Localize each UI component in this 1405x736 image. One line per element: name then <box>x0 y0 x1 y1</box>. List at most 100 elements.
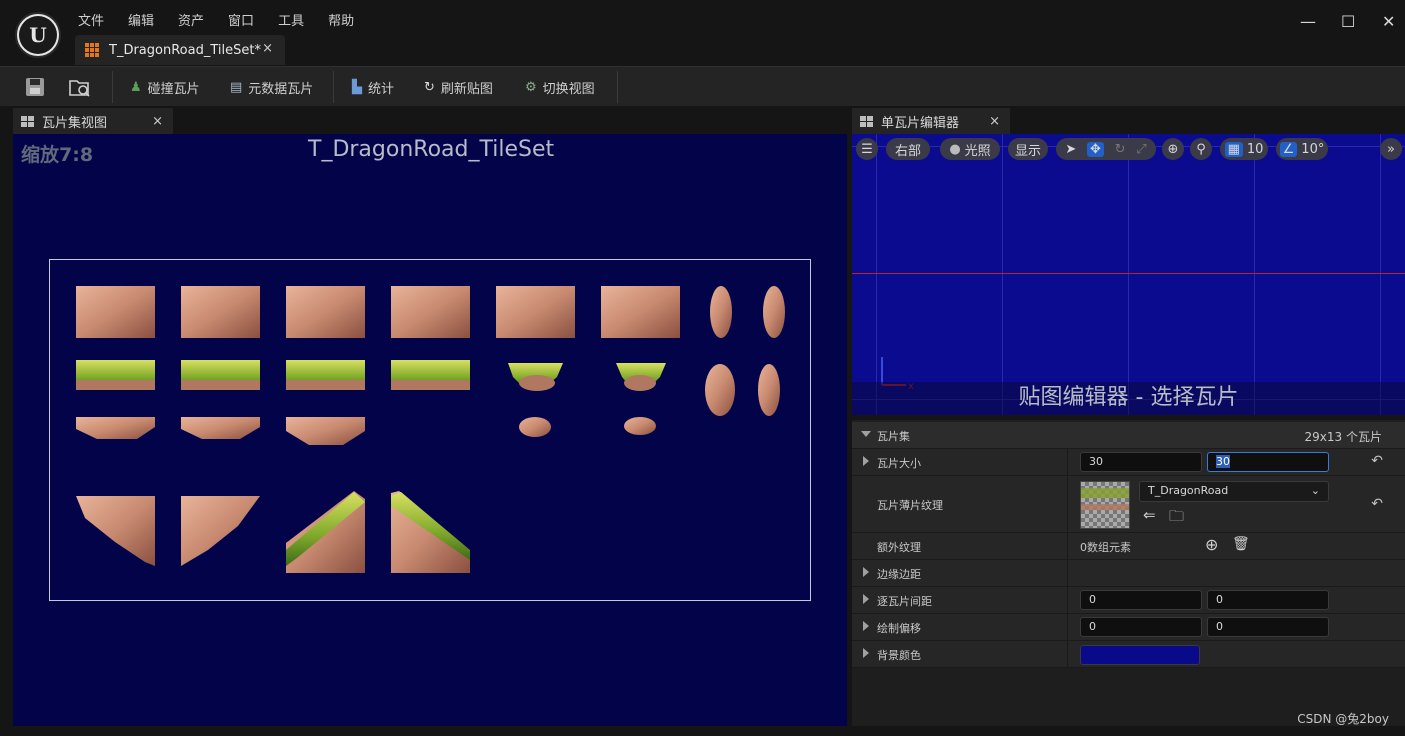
texture-thumbnail[interactable] <box>1080 481 1130 529</box>
panel-grid-icon <box>21 115 34 127</box>
panel-grid-icon <box>860 115 873 127</box>
viewport-menu-button[interactable]: ☰ <box>856 138 878 160</box>
toolbar: ♟ 碰撞瓦片 ▤ 元数据瓦片 ▙ 统计 ↻ 刷新贴图 ⚙ 切换视图 <box>0 66 1405 106</box>
world-local-button[interactable]: ⊕ <box>1162 138 1184 160</box>
viewport-caption: 贴图编辑器 - 选择瓦片 <box>852 382 1405 415</box>
tileset-viewport[interactable]: 缩放7:8 T_DragonRoad_TileSet <box>13 134 847 726</box>
hamburger-icon: ☰ <box>861 141 873 157</box>
watermark: CSDN @兔2boy <box>1297 712 1389 726</box>
zoom-label: 缩放7:8 <box>21 144 94 166</box>
offset-y-input[interactable]: 0 <box>1207 617 1329 637</box>
delete-icon[interactable]: 🗑 <box>1232 536 1250 552</box>
background-color-swatch[interactable] <box>1080 645 1200 665</box>
document-tab-label: T_DragonRoad_TileSet* <box>109 42 261 58</box>
globe-icon: ⊕ <box>1167 141 1179 157</box>
save-icon <box>26 78 44 96</box>
minimize-icon[interactable]: — <box>1300 12 1316 31</box>
maximize-icon[interactable]: ☐ <box>1341 12 1355 31</box>
details-panel: 瓦片集 29x13 个瓦片 瓦片大小 30 30 ↶ 瓦片薄片纹理 T_Drag… <box>852 420 1405 726</box>
collision-tiles-button[interactable]: ♟ 碰撞瓦片 <box>130 67 200 107</box>
grid-snap-button[interactable]: ▦ 10 <box>1220 138 1268 160</box>
section-header-tileset[interactable]: 瓦片集 29x13 个瓦片 <box>852 422 1405 449</box>
close-tab-icon[interactable]: × <box>262 41 273 56</box>
property-tile-sheet: 瓦片薄片纹理 T_DragonRoad ⌄ ⇐ 🗀 ↶ <box>852 476 1405 533</box>
property-margin[interactable]: 边缘边距 <box>852 560 1405 587</box>
title-bar: U 文件 编辑 资产 窗口 工具 帮助 T_DragonRoad_TileSet… <box>0 0 1405 66</box>
angle-icon: ∠ <box>1279 141 1298 157</box>
tile-size-y-input[interactable]: 30 <box>1207 452 1329 472</box>
expand-arrow-icon <box>863 594 869 604</box>
browse-folder-icon <box>69 80 90 97</box>
tile-size-x-input[interactable]: 30 <box>1080 452 1202 472</box>
viewport-title: T_DragonRoad_TileSet <box>308 137 555 162</box>
expand-toolbar-button[interactable]: » <box>1380 138 1402 160</box>
lighting-button[interactable]: ● 光照 <box>940 138 1000 160</box>
sphere-icon: ● <box>949 141 961 157</box>
view-mode-button[interactable]: 右部 <box>886 138 930 160</box>
select-icon[interactable]: ➤ <box>1065 142 1076 157</box>
expand-arrow-icon <box>863 567 869 577</box>
menu-file[interactable]: 文件 <box>66 8 116 31</box>
offset-x-input[interactable]: 0 <box>1080 617 1202 637</box>
menu-asset[interactable]: 资产 <box>166 8 216 31</box>
menu-help[interactable]: 帮助 <box>316 8 366 31</box>
single-tile-editor-tab[interactable]: 单瓦片编辑器 × <box>852 108 1010 134</box>
menu-tools[interactable]: 工具 <box>266 8 316 31</box>
expand-arrow-icon <box>863 621 869 631</box>
close-window-icon[interactable]: ✕ <box>1382 12 1395 31</box>
menu-window[interactable]: 窗口 <box>216 8 266 31</box>
close-panel-icon[interactable]: × <box>989 114 1000 129</box>
reset-icon[interactable]: ↶ <box>1371 496 1383 512</box>
tileset-texture[interactable] <box>49 259 811 601</box>
translate-icon[interactable]: ✥ <box>1086 141 1104 157</box>
switch-view-icon: ⚙ <box>525 79 537 95</box>
snap-icon: ⚲ <box>1196 141 1206 157</box>
metadata-tiles-button[interactable]: ▤ 元数据瓦片 <box>230 67 313 107</box>
expand-arrow-icon <box>863 456 869 466</box>
expand-arrow-icon <box>861 431 871 437</box>
stats-button[interactable]: ▙ 统计 <box>352 67 394 107</box>
stats-icon: ▙ <box>352 79 362 95</box>
menu-bar: 文件 编辑 资产 窗口 工具 帮助 <box>66 8 366 31</box>
switch-view-button[interactable]: ⚙ 切换视图 <box>525 67 595 107</box>
show-button[interactable]: 显示 <box>1008 138 1048 160</box>
unreal-logo[interactable]: U <box>15 12 61 58</box>
reset-icon[interactable]: ↶ <box>1371 453 1383 469</box>
spacing-x-input[interactable]: 0 <box>1080 590 1202 610</box>
texture-dropdown[interactable]: T_DragonRoad ⌄ <box>1139 481 1329 502</box>
tileset-view-tab[interactable]: 瓦片集视图 × <box>13 108 173 134</box>
chevrons-right-icon: » <box>1387 141 1395 157</box>
array-count: 0数组元素 <box>1080 541 1131 554</box>
property-tile-size: 瓦片大小 30 30 ↶ <box>852 449 1405 476</box>
property-extra-textures: 额外纹理 0数组元素 ⊕ 🗑 <box>852 533 1405 560</box>
tileset-icon <box>85 43 99 57</box>
chevron-down-icon: ⌄ <box>1310 484 1320 497</box>
tile-editor-viewport[interactable]: x ☰ 右部 ●光照 显示 ➤ ✥ ↻ ⤢ ⊕ ⚲ ▦10 ∠10° » 贴图编… <box>852 134 1405 415</box>
browse-asset-icon[interactable]: 🗀 <box>1169 506 1184 531</box>
tile-count: 29x13 个瓦片 <box>1304 430 1382 444</box>
property-background-color: 背景颜色 <box>852 641 1405 668</box>
surface-snap-button[interactable]: ⚲ <box>1190 138 1212 160</box>
expand-arrow-icon <box>863 648 869 658</box>
menu-edit[interactable]: 编辑 <box>116 8 166 31</box>
transform-tools: ➤ ✥ ↻ ⤢ <box>1056 138 1156 160</box>
property-draw-offset: 绘制偏移 0 0 <box>852 614 1405 641</box>
collision-icon: ♟ <box>130 79 142 95</box>
grid-snap-icon: ▦ <box>1224 141 1243 157</box>
property-spacing: 逐瓦片间距 0 0 <box>852 587 1405 614</box>
rotate-icon[interactable]: ↻ <box>1115 142 1126 157</box>
scale-icon[interactable]: ⤢ <box>1136 142 1146 157</box>
tile-sheet-image <box>76 286 785 573</box>
rotation-snap-button[interactable]: ∠ 10° <box>1276 138 1328 160</box>
x-axis-line <box>852 273 1405 274</box>
spacing-y-input[interactable]: 0 <box>1207 590 1329 610</box>
refresh-icon: ↻ <box>424 79 435 95</box>
save-button[interactable] <box>24 67 46 107</box>
refresh-texture-button[interactable]: ↻ 刷新贴图 <box>424 67 493 107</box>
close-panel-icon[interactable]: × <box>152 114 163 129</box>
use-selected-icon[interactable]: ⇐ <box>1143 506 1156 524</box>
add-element-icon[interactable]: ⊕ <box>1205 535 1218 554</box>
browse-button[interactable] <box>68 67 92 107</box>
metadata-icon: ▤ <box>230 79 243 95</box>
document-tab[interactable]: T_DragonRoad_TileSet* × <box>75 35 285 65</box>
